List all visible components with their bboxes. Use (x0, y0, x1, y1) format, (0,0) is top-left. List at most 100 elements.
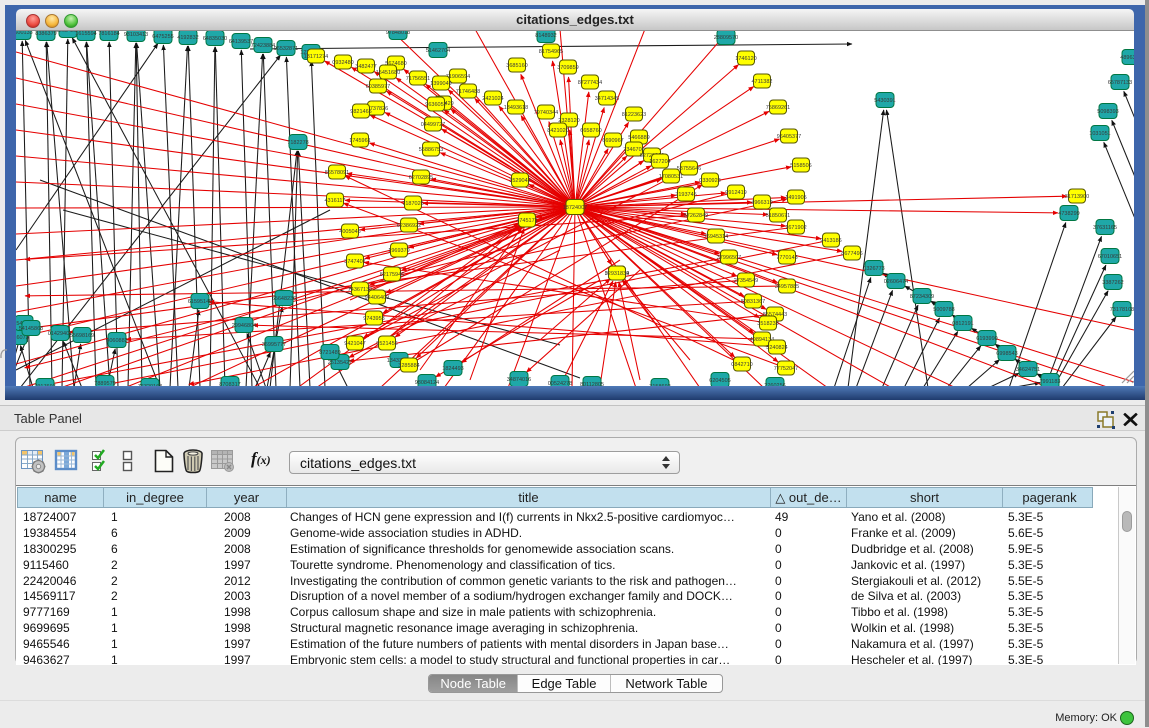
svg-text:4896383: 4896383 (1120, 55, 1134, 61)
svg-text:1031051: 1031051 (1089, 131, 1110, 137)
svg-text:1969379: 1969379 (388, 248, 409, 254)
svg-text:25135427: 25135427 (328, 360, 352, 366)
svg-text:18724007: 18724007 (563, 205, 587, 211)
svg-text:4745171: 4745171 (516, 218, 537, 224)
svg-text:71746488: 71746488 (456, 89, 480, 95)
svg-text:57262849: 57262849 (684, 213, 708, 219)
svg-text:6475255: 6475255 (152, 34, 173, 40)
svg-text:4711382: 4711382 (751, 79, 772, 85)
svg-text:55886753: 55886753 (419, 147, 443, 153)
svg-text:1615594: 1615594 (75, 31, 96, 37)
svg-text:80831367: 80831367 (741, 299, 765, 305)
svg-text:00524278: 00524278 (548, 381, 572, 386)
svg-text:8148932: 8148932 (535, 33, 556, 39)
svg-text:3685160: 3685160 (506, 63, 527, 69)
svg-text:7917693: 7917693 (34, 384, 55, 386)
svg-text:80112805: 80112805 (580, 382, 604, 386)
svg-text:5098393: 5098393 (1097, 109, 1118, 115)
svg-text:0330923: 0330923 (699, 178, 720, 184)
svg-text:4192832: 4192832 (177, 35, 198, 41)
svg-text:7193745: 7193745 (675, 192, 696, 198)
svg-text:7182278: 7182278 (287, 140, 308, 146)
svg-text:4005045: 4005045 (339, 229, 360, 235)
svg-text:3285884: 3285884 (398, 363, 419, 369)
svg-text:1671902: 1671902 (785, 225, 806, 231)
svg-text:55698169: 55698169 (70, 333, 94, 339)
svg-text:01429401: 01429401 (48, 331, 72, 337)
svg-text:1399049: 1399049 (430, 81, 451, 87)
svg-text:15451680: 15451680 (376, 70, 400, 76)
svg-text:79740344: 79740344 (534, 110, 558, 116)
svg-text:04499727: 04499727 (421, 122, 445, 128)
svg-text:02606474: 02606474 (884, 279, 908, 285)
svg-text:36995777: 36995777 (262, 342, 286, 348)
svg-text:9912419: 9912419 (725, 190, 746, 196)
svg-text:62386922: 62386922 (397, 223, 421, 229)
svg-text:97848018: 97848018 (386, 31, 410, 36)
svg-text:65648236: 65648236 (272, 296, 296, 302)
svg-text:65787133: 65787133 (1108, 80, 1132, 86)
svg-text:13493618: 13493618 (504, 105, 528, 111)
svg-text:98084124: 98084124 (415, 380, 439, 386)
svg-text:8386379: 8386379 (35, 31, 56, 37)
svg-text:3709859: 3709859 (557, 65, 578, 71)
svg-text:9600133: 9600133 (16, 31, 33, 36)
svg-text:76945314: 76945314 (704, 234, 728, 240)
svg-text:82175946: 82175946 (380, 272, 404, 278)
svg-text:9821465: 9821465 (350, 109, 371, 115)
svg-text:2421024: 2421024 (482, 96, 503, 102)
svg-text:7889579: 7889579 (94, 381, 115, 386)
svg-text:31713900: 31713900 (1065, 194, 1089, 200)
svg-text:7816184: 7816184 (98, 31, 119, 37)
svg-text:29946804: 29946804 (232, 323, 256, 329)
svg-text:94406409: 94406409 (365, 295, 389, 301)
svg-text:1745961: 1745961 (349, 138, 370, 144)
svg-text:5009788: 5009788 (933, 307, 954, 313)
svg-text:93103413: 93103413 (124, 32, 148, 38)
svg-text:51462704: 51462704 (426, 48, 450, 54)
svg-text:1326773: 1326773 (863, 266, 884, 272)
svg-text:4060883: 4060883 (106, 338, 127, 344)
svg-text:5158506: 5158506 (790, 163, 811, 169)
svg-text:1746120: 1746120 (735, 56, 756, 62)
svg-text:7187026: 7187026 (402, 201, 423, 207)
svg-text:76320163: 76320163 (138, 384, 162, 386)
svg-text:4738299: 4738299 (1058, 211, 1079, 217)
svg-text:67010651: 67010651 (1098, 254, 1122, 260)
svg-text:86578091: 86578091 (325, 170, 349, 176)
svg-text:5240824: 5240824 (766, 345, 787, 351)
svg-text:9521456: 9521456 (376, 341, 397, 347)
svg-text:0932480: 0932480 (332, 60, 353, 66)
svg-text:8677496: 8677496 (841, 251, 862, 257)
svg-text:1627204: 1627204 (649, 159, 670, 165)
svg-text:3529042: 3529042 (509, 178, 530, 184)
svg-text:8421020: 8421020 (547, 128, 568, 134)
svg-text:87234309: 87234309 (910, 294, 934, 300)
svg-text:61595148: 61595148 (188, 299, 212, 305)
svg-text:3747407: 3747407 (344, 259, 365, 265)
svg-text:6658760: 6658760 (580, 128, 601, 134)
svg-text:5430391: 5430391 (874, 98, 895, 104)
svg-text:8721489: 8721489 (319, 350, 340, 356)
svg-text:7991183: 7991183 (1039, 379, 1060, 385)
svg-text:6193990: 6193990 (976, 336, 997, 342)
svg-text:5466889: 5466889 (628, 135, 649, 141)
svg-text:77752047: 77752047 (774, 366, 798, 372)
svg-text:37631165: 37631165 (1093, 225, 1117, 231)
svg-text:81223623: 81223623 (622, 112, 646, 118)
svg-text:6204505: 6204505 (709, 378, 730, 384)
svg-text:53755646: 53755646 (677, 166, 701, 172)
svg-text:51850671: 51850671 (766, 213, 790, 219)
svg-text:34714345: 34714345 (595, 96, 619, 102)
svg-text:9636057: 9636057 (425, 102, 446, 108)
svg-text:9413186: 9413186 (820, 238, 841, 244)
svg-text:64139537: 64139537 (229, 39, 253, 45)
svg-text:71756551: 71756551 (406, 76, 430, 82)
svg-text:3387262: 3387262 (1102, 280, 1123, 286)
svg-text:96405377: 96405377 (777, 134, 801, 140)
svg-text:64835030: 64835030 (203, 36, 227, 42)
svg-text:54145868: 54145868 (19, 326, 43, 332)
svg-text:9743953: 9743953 (363, 316, 384, 322)
svg-text:13171274: 13171274 (304, 54, 328, 60)
svg-text:34874016: 34874016 (507, 377, 531, 383)
